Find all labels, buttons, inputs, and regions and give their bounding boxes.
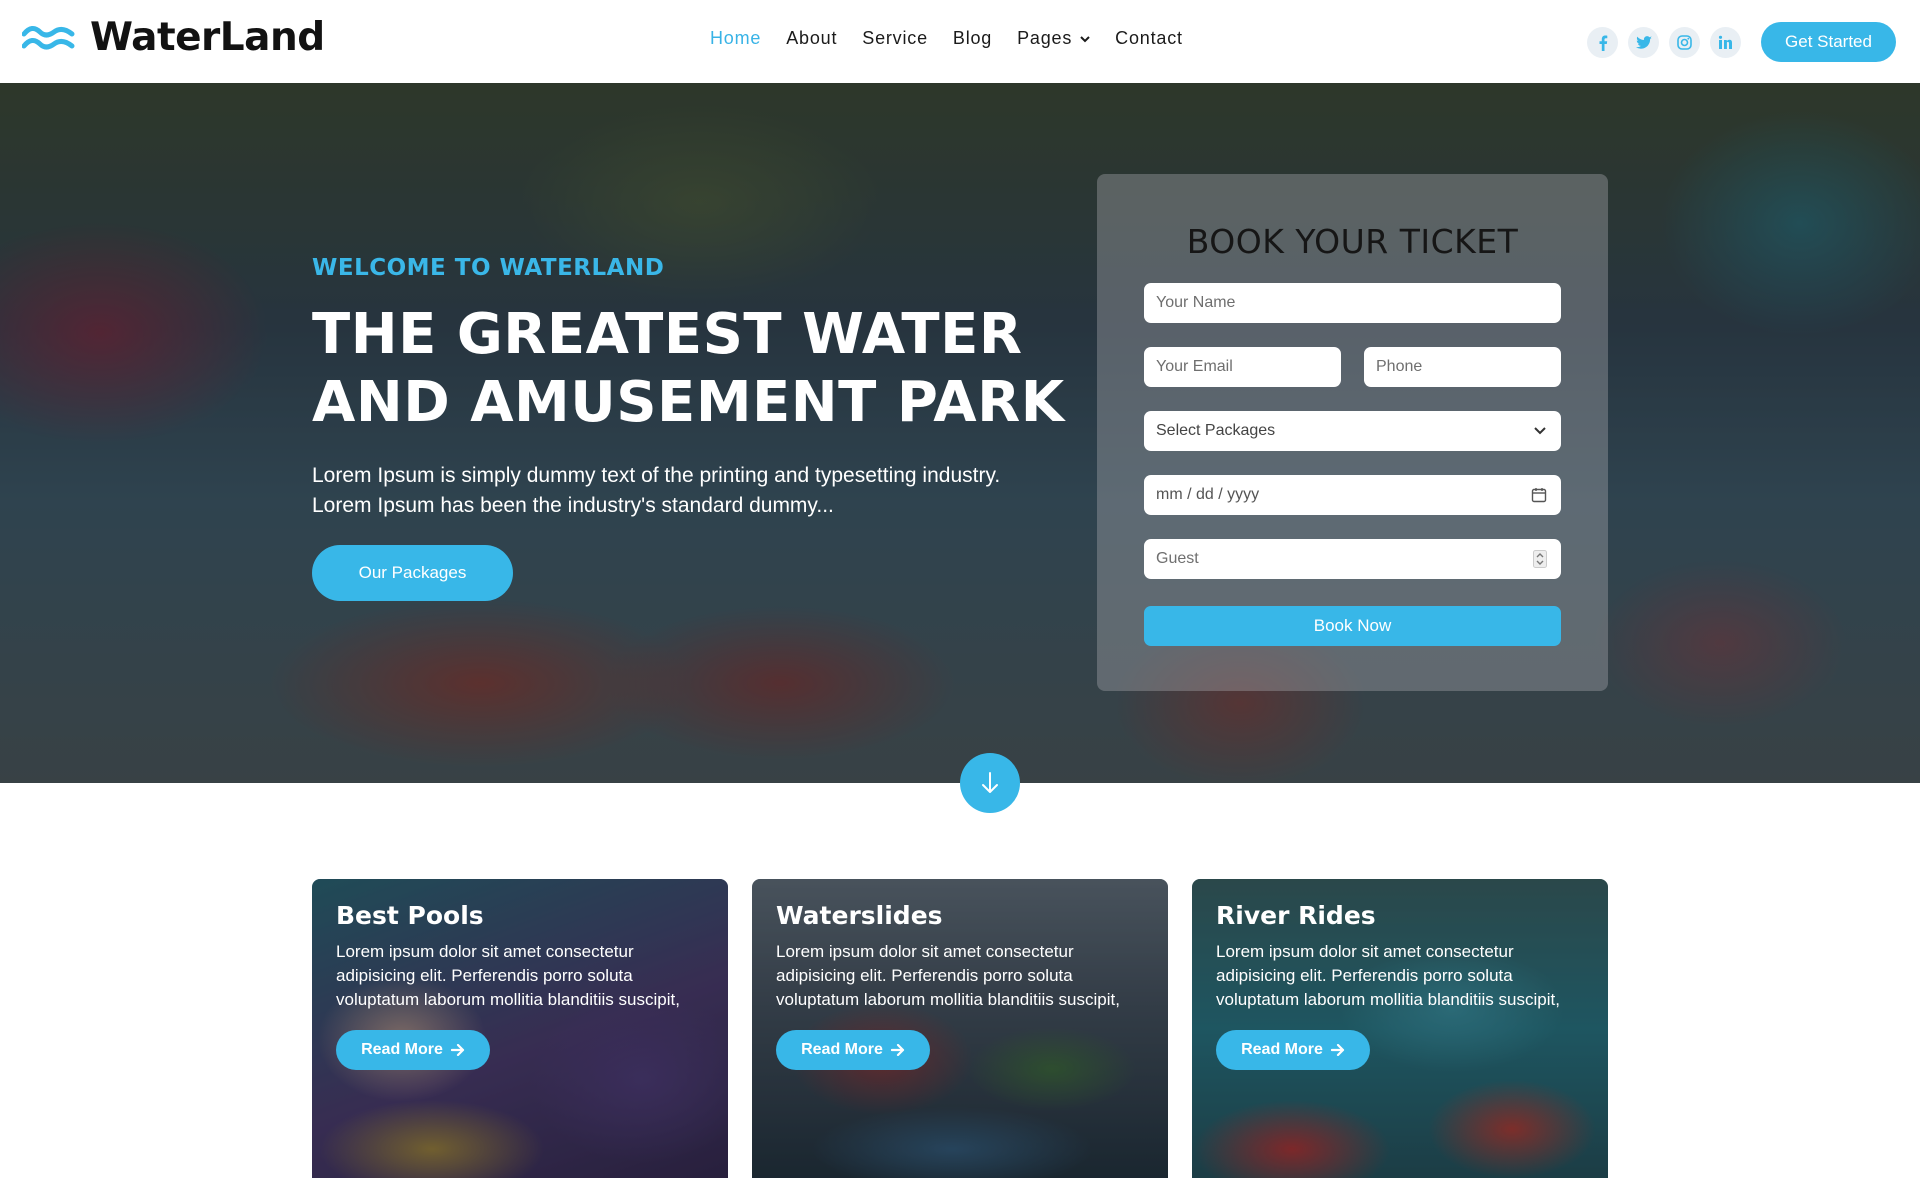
hero-title: THE GREATEST WATER AND AMUSEMENT PARK <box>312 301 1065 437</box>
read-more-button[interactable]: Read More <box>1216 1030 1370 1070</box>
feature-card-title: Waterslides <box>776 901 943 930</box>
our-packages-button[interactable]: Our Packages <box>312 545 513 601</box>
book-now-button[interactable]: Book Now <box>1144 606 1561 646</box>
arrow-right-icon <box>450 1044 464 1056</box>
email-field[interactable]: Your Email <box>1144 347 1341 387</box>
hero-title-line-2: AND AMUSEMENT PARK <box>312 370 1065 435</box>
read-more-button[interactable]: Read More <box>776 1030 930 1070</box>
read-more-label: Read More <box>801 1041 883 1058</box>
number-stepper-icon[interactable] <box>1533 550 1547 568</box>
main-nav: Home About Service Blog Pages Contact <box>710 28 1208 49</box>
booking-form: BOOK YOUR TICKET Your Name Your Email Ph… <box>1097 174 1608 691</box>
date-placeholder: mm / dd / yyyy <box>1156 486 1260 503</box>
nav-item-contact[interactable]: Contact <box>1115 28 1183 49</box>
read-more-button[interactable]: Read More <box>336 1030 490 1070</box>
chevron-down-icon <box>1080 35 1090 42</box>
brand-name: WaterLand <box>90 15 325 60</box>
hero-lead-line-2: Lorem Ipsum has been the industry's stan… <box>312 494 834 517</box>
feature-card: Waterslides Lorem ipsum dolor sit amet c… <box>752 879 1168 1178</box>
hero-content: WELCOME TO WATERLAND THE GREATEST WATER … <box>312 255 1065 601</box>
email-placeholder: Your Email <box>1156 358 1233 375</box>
social-links <box>1587 27 1741 58</box>
feature-card-text: Lorem ipsum dolor sit amet consectetur a… <box>336 942 680 1009</box>
features-section: Best Pools Lorem ipsum dolor sit amet co… <box>312 879 1608 1178</box>
hero-lead: Lorem Ipsum is simply dummy text of the … <box>312 461 1042 521</box>
phone-placeholder: Phone <box>1376 358 1423 375</box>
nav-item-blog[interactable]: Blog <box>953 28 992 49</box>
feature-card-title: River Rides <box>1216 901 1376 930</box>
facebook-icon[interactable] <box>1587 27 1618 58</box>
feature-card-body: Waterslides Lorem ipsum dolor sit amet c… <box>776 901 1156 1070</box>
feature-card-body: River Rides Lorem ipsum dolor sit amet c… <box>1216 901 1596 1070</box>
packages-select-value: Select Packages <box>1156 422 1276 439</box>
name-field[interactable]: Your Name <box>1144 283 1561 323</box>
chevron-down-icon <box>1534 427 1546 435</box>
read-more-label: Read More <box>1241 1041 1323 1058</box>
phone-field[interactable]: Phone <box>1364 347 1561 387</box>
nav-item-pages-label: Pages <box>1017 28 1073 48</box>
hero-title-line-1: THE GREATEST WATER <box>312 302 1023 367</box>
name-placeholder: Your Name <box>1156 294 1236 311</box>
arrow-down-icon <box>982 772 998 793</box>
nav-item-service[interactable]: Service <box>862 28 928 49</box>
guest-placeholder: Guest <box>1156 550 1199 567</box>
nav-item-home[interactable]: Home <box>710 28 761 49</box>
calendar-icon[interactable] <box>1531 487 1547 503</box>
feature-card-body: Best Pools Lorem ipsum dolor sit amet co… <box>336 901 716 1070</box>
get-started-button[interactable]: Get Started <box>1761 22 1896 62</box>
feature-card: Best Pools Lorem ipsum dolor sit amet co… <box>312 879 728 1178</box>
arrow-right-icon <box>890 1044 904 1056</box>
booking-title: BOOK YOUR TICKET <box>1186 222 1519 261</box>
nav-item-about[interactable]: About <box>786 28 837 49</box>
feature-card-title: Best Pools <box>336 901 484 930</box>
brand-logo[interactable]: WaterLand <box>22 18 325 58</box>
hero-lead-line-1: Lorem Ipsum is simply dummy text of the … <box>312 464 1001 487</box>
feature-card: River Rides Lorem ipsum dolor sit amet c… <box>1192 879 1608 1178</box>
nav-item-pages[interactable]: Pages <box>1017 28 1090 49</box>
read-more-label: Read More <box>361 1041 443 1058</box>
arrow-right-icon <box>1330 1044 1344 1056</box>
waves-icon <box>22 26 75 50</box>
feature-card-text: Lorem ipsum dolor sit amet consectetur a… <box>776 942 1120 1009</box>
packages-select[interactable]: Select Packages <box>1144 411 1561 451</box>
linkedin-icon[interactable] <box>1710 27 1741 58</box>
navbar: WaterLand Home About Service Blog Pages … <box>0 0 1920 83</box>
instagram-icon[interactable] <box>1669 27 1700 58</box>
feature-card-text: Lorem ipsum dolor sit amet consectetur a… <box>1216 942 1560 1009</box>
date-field[interactable]: mm / dd / yyyy <box>1144 475 1561 515</box>
scroll-down-button[interactable] <box>960 753 1020 813</box>
hero-eyebrow: WELCOME TO WATERLAND <box>312 255 665 281</box>
hero-section: WELCOME TO WATERLAND THE GREATEST WATER … <box>0 83 1920 783</box>
guest-field[interactable]: Guest <box>1144 539 1561 579</box>
twitter-icon[interactable] <box>1628 27 1659 58</box>
